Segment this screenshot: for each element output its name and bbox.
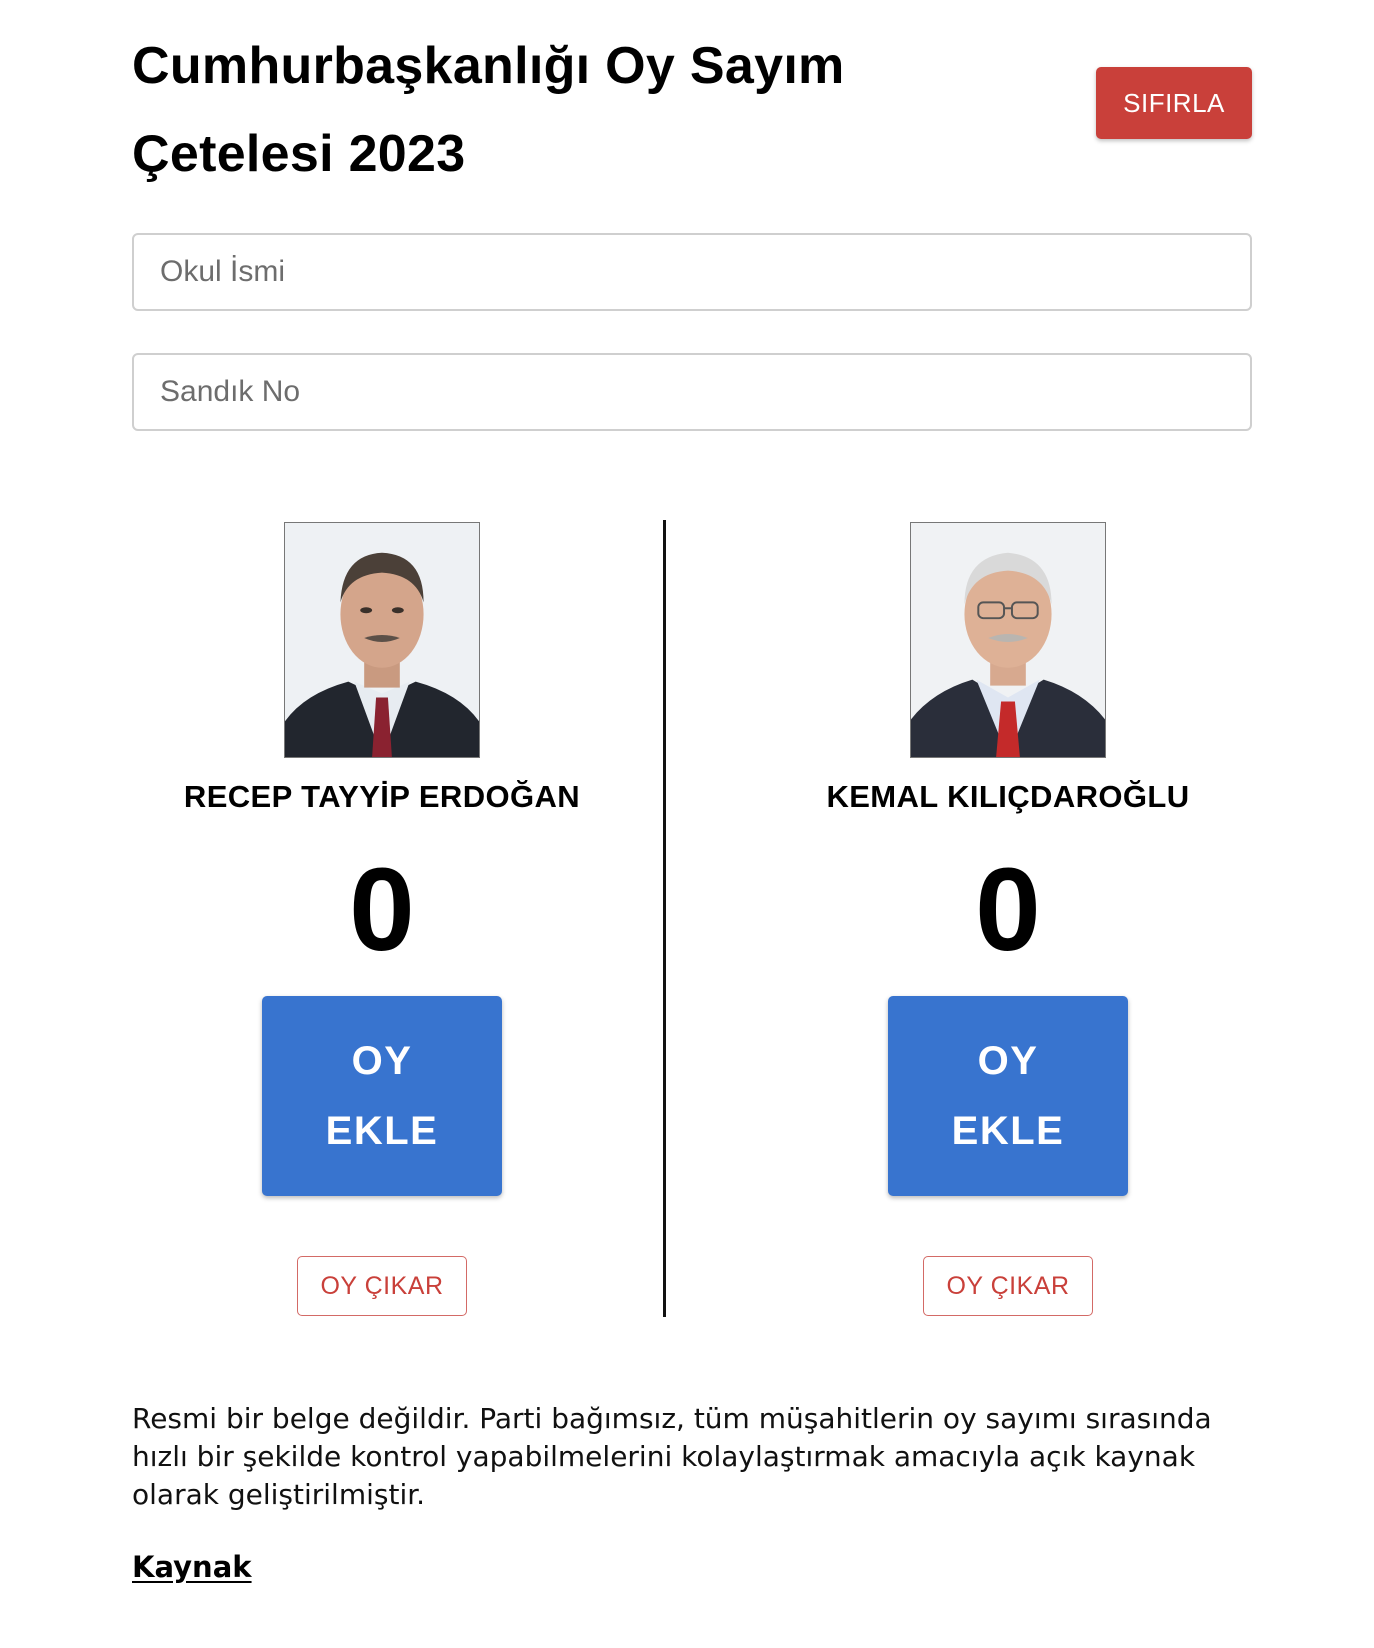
vote-count: 0 bbox=[975, 844, 1041, 976]
source-link[interactable]: Kaynak bbox=[132, 1550, 252, 1584]
remove-vote-button[interactable]: OY ÇIKAR bbox=[297, 1256, 467, 1316]
school-name-input[interactable] bbox=[132, 233, 1252, 311]
page-title: Cumhurbaşkanlığı Oy Sayım Çetelesi 2023 bbox=[132, 37, 845, 183]
candidate-card: KEMAL KILIÇDAROĞLU 0 OY EKLE OY ÇIKAR bbox=[758, 520, 1258, 1317]
candidate-name: RECEP TAYYİP ERDOĞAN bbox=[183, 779, 581, 814]
candidate-name: KEMAL KILIÇDAROĞLU bbox=[826, 779, 1190, 814]
reset-button[interactable]: SIFIRLA bbox=[1096, 67, 1252, 139]
candidate-card: RECEP TAYYİP ERDOĞAN 0 OY EKLE OY ÇIKAR bbox=[132, 520, 632, 1317]
vote-count: 0 bbox=[349, 844, 415, 976]
candidate-divider bbox=[663, 520, 666, 1317]
disclaimer-text: Resmi bir belge değildir. Parti bağımsız… bbox=[132, 1402, 1212, 1511]
remove-vote-button[interactable]: OY ÇIKAR bbox=[923, 1256, 1093, 1316]
candidate-photo bbox=[284, 522, 480, 758]
add-vote-button[interactable]: OY EKLE bbox=[888, 996, 1128, 1196]
ballot-box-number-input[interactable] bbox=[132, 353, 1252, 431]
candidate-photo bbox=[910, 522, 1106, 758]
page-header: Cumhurbaşkanlığı Oy Sayım Çetelesi 2023 … bbox=[132, 0, 1252, 200]
candidates-section: RECEP TAYYİP ERDOĞAN 0 OY EKLE OY ÇIKAR bbox=[132, 520, 1252, 1317]
add-vote-button[interactable]: OY EKLE bbox=[262, 996, 502, 1196]
page-container: Cumhurbaşkanlığı Oy Sayım Çetelesi 2023 … bbox=[132, 0, 1252, 1584]
